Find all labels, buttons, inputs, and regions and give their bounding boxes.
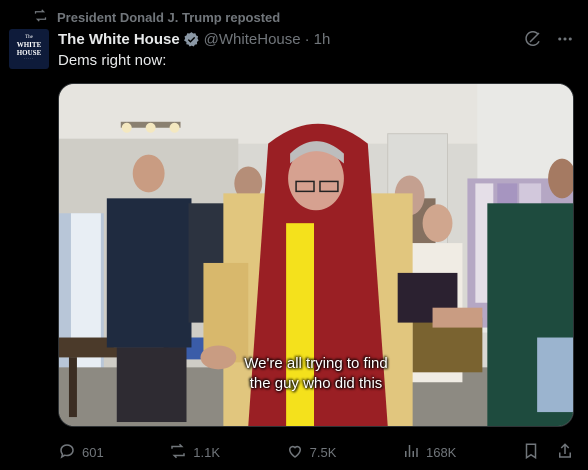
- video-subtitle-line-2: the guy who did this: [249, 375, 383, 392]
- reply-button[interactable]: 601: [58, 442, 104, 463]
- video-subtitle-line-1: We're all trying to find: [244, 355, 388, 372]
- more-icon[interactable]: [556, 30, 574, 48]
- retweet-icon: [169, 442, 187, 463]
- tweet-text: Dems right now:: [58, 52, 167, 69]
- verified-icon[interactable]: [183, 31, 200, 48]
- reply-icon: [58, 442, 76, 463]
- author-name[interactable]: The White House: [58, 31, 180, 48]
- share-icon: [556, 442, 574, 463]
- tweet-video[interactable]: We're all trying to find the guy who did…: [58, 83, 574, 427]
- avatar[interactable]: The WHITE HOUSE ·····: [9, 29, 49, 69]
- repost-icon: [33, 8, 48, 26]
- tweet-header: The White House @WhiteHouse · 1h: [58, 29, 330, 49]
- views-button[interactable]: 168K: [402, 442, 456, 463]
- repost-context[interactable]: President Donald J. Trump reposted: [33, 8, 280, 26]
- author-handle[interactable]: @WhiteHouse: [204, 31, 301, 48]
- tweet-timestamp[interactable]: 1h: [314, 31, 331, 48]
- tweet-top-actions: [524, 30, 574, 48]
- reply-count: 601: [82, 444, 104, 460]
- like-icon: [286, 442, 304, 463]
- separator-dot: ·: [304, 30, 310, 48]
- secondary-actions: [522, 442, 574, 463]
- bookmark-button[interactable]: [522, 442, 540, 463]
- bookmark-icon: [522, 442, 540, 463]
- repost-button[interactable]: 1.1K: [169, 442, 220, 463]
- repost-context-text: President Donald J. Trump reposted: [57, 9, 281, 25]
- grok-icon[interactable]: [524, 30, 542, 48]
- views-icon: [402, 442, 420, 463]
- share-button[interactable]: [556, 442, 574, 463]
- avatar-line-3: ·····: [24, 57, 34, 61]
- repost-count: 1.1K: [193, 444, 221, 460]
- like-count: 7.5K: [309, 444, 337, 460]
- tweet-actions-bar: 601 1.1K 7.5K 168K: [58, 440, 574, 464]
- like-button[interactable]: 7.5K: [286, 442, 337, 463]
- avatar-line-2: WHITE HOUSE: [16, 41, 42, 57]
- views-count: 168K: [425, 444, 457, 460]
